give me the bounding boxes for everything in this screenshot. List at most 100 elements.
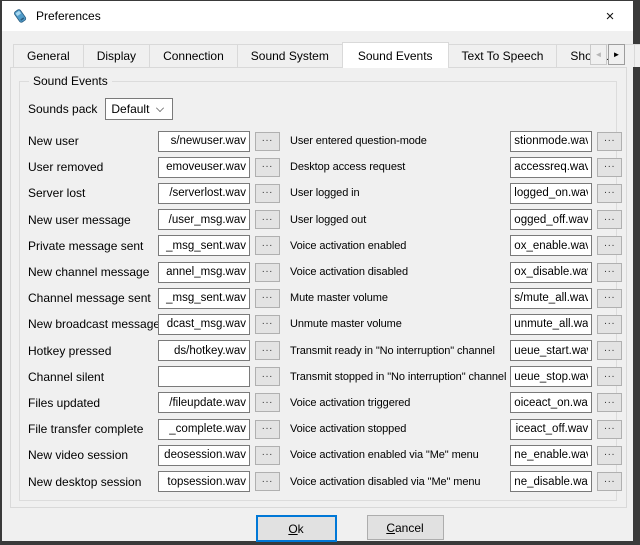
- group-label: Sound Events: [29, 74, 112, 88]
- sound-file-input-new-user-message[interactable]: [158, 209, 250, 230]
- event-row-new-desktop-session: New desktop session ...: [28, 468, 280, 494]
- close-button[interactable]: ×: [587, 1, 633, 31]
- tab-text-to-speech[interactable]: Text To Speech: [448, 44, 558, 67]
- event-row-new-user-message: New user message ...: [28, 207, 280, 233]
- sound-file-input-user-logged-in[interactable]: [510, 183, 592, 204]
- preferences-dialog: Preferences × General Display Connection…: [2, 1, 633, 541]
- browse-button-voiceact-enabled[interactable]: ...: [597, 236, 622, 255]
- browse-button-private-message-sent[interactable]: ...: [255, 236, 280, 255]
- event-label: Files updated: [28, 396, 158, 410]
- sound-file-input-files-updated[interactable]: [158, 392, 250, 413]
- event-label: New video session: [28, 448, 158, 462]
- sound-file-input-voiceact-enabled-me-menu[interactable]: [510, 445, 592, 466]
- sound-file-input-new-broadcast-message[interactable]: [158, 314, 250, 335]
- sound-file-input-voiceact-stopped[interactable]: [510, 419, 592, 440]
- sound-file-input-voiceact-disabled[interactable]: [510, 262, 592, 283]
- sound-file-input-mute-master[interactable]: [510, 288, 592, 309]
- tab-pane: Sound Events Sounds pack Default: [10, 67, 627, 508]
- sound-file-input-voiceact-disabled-me-menu[interactable]: [510, 471, 592, 492]
- event-row-new-channel-message: New channel message ...: [28, 259, 280, 285]
- browse-button-voiceact-disabled[interactable]: ...: [597, 263, 622, 282]
- browse-button-new-desktop-session[interactable]: ...: [255, 472, 280, 491]
- tab-sound-events[interactable]: Sound Events: [342, 42, 449, 68]
- browse-button-mute-master[interactable]: ...: [597, 289, 622, 308]
- browse-button-new-video-session[interactable]: ...: [255, 446, 280, 465]
- app-icon: [11, 7, 29, 25]
- sound-file-input-channel-silent[interactable]: [158, 366, 250, 387]
- browse-button-server-lost[interactable]: ...: [255, 184, 280, 203]
- browse-button-new-user-message[interactable]: ...: [255, 210, 280, 229]
- event-row-files-updated: Files updated ...: [28, 390, 280, 416]
- browse-button-question-mode[interactable]: ...: [597, 132, 622, 151]
- event-label: Voice activation enabled via "Me" menu: [290, 449, 510, 461]
- browse-button-voiceact-disabled-me-menu[interactable]: ...: [597, 472, 622, 491]
- sound-file-input-new-channel-message[interactable]: [158, 262, 250, 283]
- event-row-voiceact-disabled: Voice activation disabled ...: [290, 259, 622, 285]
- sound-events-group: Sound Events Sounds pack Default: [19, 81, 617, 501]
- browse-button-user-logged-in[interactable]: ...: [597, 184, 622, 203]
- ok-button[interactable]: Ok: [256, 515, 337, 542]
- sound-file-input-new-user[interactable]: [158, 131, 250, 152]
- sound-file-input-voiceact-enabled[interactable]: [510, 235, 592, 256]
- sound-file-input-transmit-ready[interactable]: [510, 340, 592, 361]
- browse-button-transmit-ready[interactable]: ...: [597, 341, 622, 360]
- sound-file-input-desktop-access-request[interactable]: [510, 157, 592, 178]
- browse-button-channel-message-sent[interactable]: ...: [255, 289, 280, 308]
- sound-file-input-server-lost[interactable]: [158, 183, 250, 204]
- browse-button-voiceact-triggered[interactable]: ...: [597, 393, 622, 412]
- browse-button-desktop-access-request[interactable]: ...: [597, 158, 622, 177]
- sound-file-input-user-removed[interactable]: [158, 157, 250, 178]
- tab-display[interactable]: Display: [83, 44, 150, 67]
- event-row-hotkey-pressed: Hotkey pressed ...: [28, 338, 280, 364]
- cancel-button[interactable]: Cancel: [367, 515, 444, 540]
- browse-button-voiceact-enabled-me-menu[interactable]: ...: [597, 446, 622, 465]
- browse-button-new-broadcast-message[interactable]: ...: [255, 315, 280, 334]
- event-row-voiceact-enabled-me-menu: Voice activation enabled via "Me" menu .…: [290, 442, 622, 468]
- browse-button-unmute-master[interactable]: ...: [597, 315, 622, 334]
- browse-button-user-logged-out[interactable]: ...: [597, 210, 622, 229]
- event-row-voiceact-enabled: Voice activation enabled ...: [290, 233, 622, 259]
- browse-button-user-removed[interactable]: ...: [255, 158, 280, 177]
- sound-file-input-question-mode[interactable]: [510, 131, 592, 152]
- tab-scroll-right-icon[interactable]: ►: [608, 44, 625, 65]
- event-row-channel-silent: Channel silent ...: [28, 364, 280, 390]
- sounds-pack-select[interactable]: Default: [105, 98, 173, 120]
- event-label: File transfer complete: [28, 422, 158, 436]
- tab-sound-system[interactable]: Sound System: [237, 44, 343, 67]
- browse-button-new-channel-message[interactable]: ...: [255, 263, 280, 282]
- browse-button-channel-silent[interactable]: ...: [255, 367, 280, 386]
- event-row-voiceact-triggered: Voice activation triggered ...: [290, 390, 622, 416]
- tab-video[interactable]: Video: [634, 44, 640, 67]
- chevron-down-icon: [156, 104, 164, 112]
- event-label: Voice activation triggered: [290, 397, 510, 409]
- event-row-user-removed: User removed ...: [28, 154, 280, 180]
- sound-file-input-hotkey-pressed[interactable]: [158, 340, 250, 361]
- sound-file-input-channel-message-sent[interactable]: [158, 288, 250, 309]
- browse-button-voiceact-stopped[interactable]: ...: [597, 420, 622, 439]
- sound-file-input-user-logged-out[interactable]: [510, 209, 592, 230]
- browse-button-file-transfer-complete[interactable]: ...: [255, 420, 280, 439]
- browse-button-transmit-stopped[interactable]: ...: [597, 367, 622, 386]
- sounds-pack-label: Sounds pack: [28, 102, 97, 116]
- sound-file-input-voiceact-triggered[interactable]: [510, 392, 592, 413]
- tab-general[interactable]: General: [13, 44, 84, 67]
- browse-button-hotkey-pressed[interactable]: ...: [255, 341, 280, 360]
- event-row-question-mode: User entered question-mode ...: [290, 128, 622, 154]
- browse-button-files-updated[interactable]: ...: [255, 393, 280, 412]
- sound-file-input-file-transfer-complete[interactable]: [158, 419, 250, 440]
- sound-file-input-private-message-sent[interactable]: [158, 235, 250, 256]
- event-label: Transmit ready in "No interruption" chan…: [290, 345, 510, 357]
- browse-button-new-user[interactable]: ...: [255, 132, 280, 151]
- sound-file-input-new-desktop-session[interactable]: [158, 471, 250, 492]
- tab-scroll-left-icon[interactable]: ◄: [590, 44, 607, 65]
- sound-file-input-unmute-master[interactable]: [510, 314, 592, 335]
- event-label: Channel silent: [28, 370, 158, 384]
- sound-file-input-transmit-stopped[interactable]: [510, 366, 592, 387]
- tab-connection[interactable]: Connection: [149, 44, 238, 67]
- tab-scroll-buttons: ◄ ►: [589, 44, 625, 65]
- sound-file-input-new-video-session[interactable]: [158, 445, 250, 466]
- event-label: Voice activation disabled via "Me" menu: [290, 476, 510, 488]
- event-label: Transmit stopped in "No interruption" ch…: [290, 371, 510, 383]
- window-title: Preferences: [36, 9, 101, 23]
- event-row-new-user: New user ...: [28, 128, 280, 154]
